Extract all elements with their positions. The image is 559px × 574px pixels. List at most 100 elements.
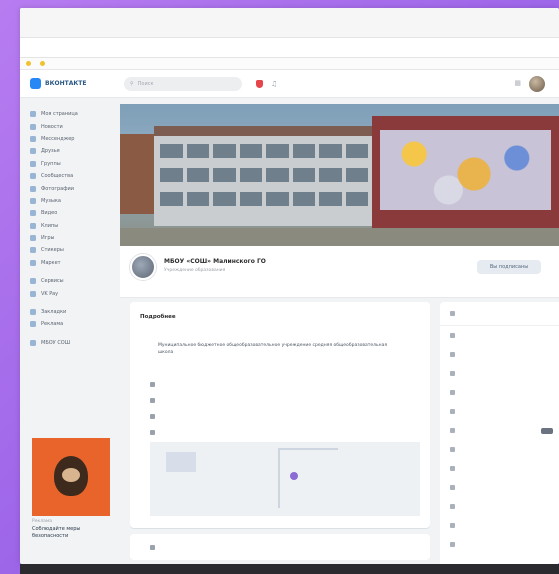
site-header: ВКОНТАКТЕ ⚲ Поиск ♫ ▦ <box>20 70 559 98</box>
notification-bell-icon[interactable] <box>256 79 263 88</box>
promo-text: Соблюдайте меры безопасности <box>32 526 81 539</box>
wallet-icon <box>30 290 36 297</box>
sticker-icon <box>30 247 36 254</box>
product-icon <box>450 523 455 528</box>
sidebar-item[interactable]: Маркет <box>30 257 114 269</box>
info-title: Подробнее <box>140 314 176 320</box>
file-icon <box>450 390 455 395</box>
search-input[interactable]: ⚲ Поиск <box>124 76 242 91</box>
info-row[interactable] <box>150 430 161 435</box>
sidebar-item[interactable]: Мессенджер <box>30 133 114 145</box>
subscribe-button[interactable]: Вы подписаны <box>477 260 541 274</box>
right-panel-item[interactable] <box>440 364 559 383</box>
link-icon <box>150 382 155 387</box>
chat-icon <box>30 135 36 142</box>
folder-icon <box>26 61 31 66</box>
phone-icon <box>150 398 155 403</box>
status-badge <box>541 427 553 434</box>
sidebar-item[interactable]: Музыка <box>30 195 114 207</box>
right-panel <box>440 302 559 564</box>
bookmark-item[interactable] <box>40 61 48 66</box>
map-pin-icon <box>290 472 298 480</box>
music-player-icon[interactable]: ♫ <box>271 80 277 88</box>
address-bar[interactable] <box>20 38 559 58</box>
sidebar-item[interactable]: Стикеры <box>30 244 114 256</box>
sidebar-item[interactable]: Сообщества <box>30 170 114 182</box>
user-avatar[interactable] <box>529 76 545 92</box>
friends-icon <box>30 148 36 155</box>
contact-icon <box>450 466 455 471</box>
community-icon <box>30 173 36 180</box>
site-logo[interactable]: ВКОНТАКТЕ <box>30 78 118 89</box>
right-panel-item[interactable] <box>440 421 559 440</box>
right-panel-item[interactable] <box>440 516 559 535</box>
promo-block[interactable]: Реклама Соблюдайте меры безопасности <box>32 438 110 539</box>
photo-icon <box>450 333 455 338</box>
right-panel-item[interactable] <box>440 302 559 326</box>
folder-icon <box>40 61 45 66</box>
community-name: МБОУ «СОШ» Малинского ГО <box>164 258 266 265</box>
apps-icon <box>30 278 36 285</box>
group-icon <box>30 160 36 167</box>
promo-caption: Реклама <box>32 519 52 524</box>
sidebar-item[interactable]: Игры <box>30 232 114 244</box>
clips-icon <box>30 222 36 229</box>
secondary-card[interactable] <box>130 534 430 560</box>
info-card: Подробнее Муниципальное бюджетное общеоб… <box>130 302 430 528</box>
right-panel-item[interactable] <box>440 535 559 554</box>
person-illustration <box>54 456 88 496</box>
users-icon <box>450 311 455 316</box>
grid-icon[interactable]: ▦ <box>514 79 521 87</box>
sidebar-item[interactable]: VK Pay <box>30 287 114 299</box>
right-panel-item[interactable] <box>440 459 559 478</box>
right-panel-item[interactable] <box>440 478 559 497</box>
info-row[interactable] <box>150 382 161 387</box>
sidebar-item[interactable]: Группы <box>30 158 114 170</box>
sidebar-item[interactable]: Моя страница <box>30 108 114 120</box>
info-icon <box>150 544 155 550</box>
article-icon <box>450 485 455 490</box>
vk-logo-icon <box>30 78 41 89</box>
sidebar-item[interactable]: Клипы <box>30 220 114 232</box>
video-icon <box>30 210 36 217</box>
bookmark-item[interactable] <box>26 61 34 66</box>
sidebar-item[interactable]: Реклама <box>30 318 114 330</box>
bookmarks-bar <box>20 58 559 70</box>
window-titlebar <box>20 8 559 38</box>
right-panel-item[interactable] <box>440 497 559 516</box>
sidebar-item[interactable]: Фотографии <box>30 182 114 194</box>
left-sidebar: Моя страница Новости Мессенджер Друзья Г… <box>30 108 114 349</box>
games-icon <box>30 235 36 242</box>
event-icon <box>450 447 455 452</box>
right-panel-item[interactable] <box>440 326 559 345</box>
market-icon <box>30 259 36 266</box>
community-avatar[interactable] <box>130 254 156 280</box>
sidebar-item[interactable]: Сервисы <box>30 275 114 287</box>
sidebar-item[interactable]: Новости <box>30 120 114 132</box>
music-icon <box>30 197 36 204</box>
topic-icon <box>450 428 455 433</box>
community-cover-photo <box>120 104 559 246</box>
info-row[interactable] <box>150 414 161 419</box>
music-icon <box>450 371 455 376</box>
sidebar-item[interactable]: Видео <box>30 207 114 219</box>
sidebar-item[interactable]: Друзья <box>30 145 114 157</box>
logo-text: ВКОНТАКТЕ <box>45 80 87 87</box>
location-map[interactable] <box>150 442 420 516</box>
video-icon <box>450 352 455 357</box>
news-icon <box>30 123 36 130</box>
right-panel-item[interactable] <box>440 383 559 402</box>
right-panel-item[interactable] <box>440 440 559 459</box>
mural-wall <box>372 116 559 228</box>
sidebar-item[interactable]: МБОУ СОШ <box>30 337 114 349</box>
user-icon <box>30 111 36 118</box>
right-panel-item[interactable] <box>440 402 559 421</box>
search-icon: ⚲ <box>130 80 134 87</box>
promo-image[interactable] <box>32 438 110 516</box>
browser-window: ВКОНТАКТЕ ⚲ Поиск ♫ ▦ Моя страница Новос… <box>20 8 559 564</box>
location-icon <box>150 430 155 435</box>
sidebar-item[interactable]: Закладки <box>30 306 114 318</box>
info-row[interactable] <box>150 398 161 403</box>
right-panel-item[interactable] <box>440 345 559 364</box>
mail-icon <box>150 414 155 419</box>
